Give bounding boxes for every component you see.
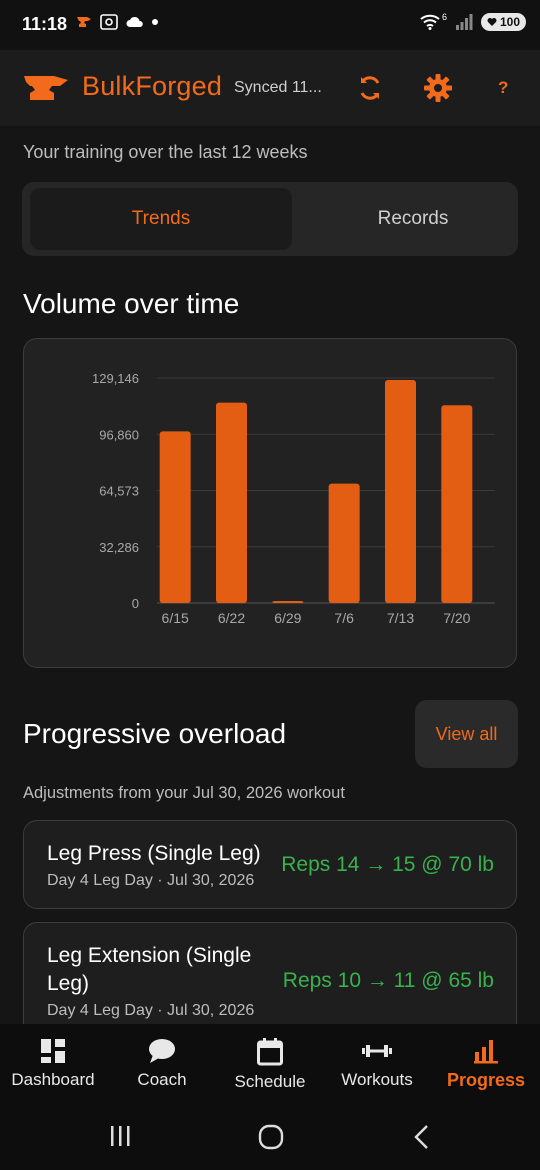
home-icon[interactable] (258, 1124, 284, 1150)
chart-bar[interactable] (216, 402, 247, 603)
page-subtitle: Your training over the last 12 weeks (23, 142, 308, 162)
tab-records[interactable]: Records (292, 188, 534, 250)
y-tick-label: 32,286 (99, 540, 139, 555)
nav-coach[interactable]: Coach (116, 1024, 208, 1104)
settings-button[interactable] (422, 72, 454, 104)
x-tick-label: 6/29 (274, 610, 301, 626)
volume-section-title: Volume over time (23, 288, 240, 319)
dumbbell-icon (362, 1045, 392, 1057)
bottom-navigation: Dashboard Coach Schedule Workouts Progre… (0, 1024, 540, 1104)
battery-indicator: 100 (480, 13, 526, 31)
anvil-icon (24, 76, 68, 100)
y-tick-label: 64,573 (99, 484, 139, 499)
chart-bar[interactable] (328, 483, 360, 603)
status-time: 11:18 (22, 14, 68, 34)
anvil-notification-icon (77, 17, 91, 27)
heart-shield-icon (487, 18, 497, 26)
nav-label: Workouts (341, 1070, 413, 1089)
nav-label: Dashboard (11, 1070, 95, 1089)
sync-status: Synced 11... (234, 79, 322, 96)
nav-progress[interactable]: Progress (436, 1024, 536, 1104)
exercise-name: Leg Extension (Single Leg) (47, 944, 252, 995)
nav-schedule[interactable]: Schedule (224, 1024, 316, 1104)
view-all-button[interactable]: View all (415, 700, 518, 768)
exercise-meta: Day 4 Leg Day · Jul 30, 2026 (47, 1002, 255, 1019)
dot-icon (152, 19, 158, 25)
overload-item-leg-press[interactable]: Leg Press (Single Leg) Day 4 Leg Day · J… (23, 820, 517, 909)
chart-bar[interactable] (441, 405, 473, 603)
status-bar: 11:18 6 100 (0, 0, 540, 50)
recent-apps-icon[interactable] (108, 1124, 132, 1148)
calendar-icon (257, 1038, 283, 1066)
exercise-name: Leg Press (Single Leg) (47, 842, 261, 865)
help-button[interactable]: ? (498, 78, 508, 98)
app-brand: BulkForged (82, 71, 223, 101)
nav-label: Progress (446, 1070, 526, 1090)
network-badge: 6 (441, 12, 447, 22)
sync-icon (360, 76, 380, 100)
volume-chart-card: 0 32,286 64,573 96,860 129,146 6/15 6/22 6/29 7/… (23, 338, 517, 668)
nav-label: Schedule (234, 1072, 306, 1091)
y-tick-label: 96,860 (99, 427, 139, 442)
status-notification-icons (76, 14, 158, 30)
x-tick-label: 7/20 (443, 610, 470, 626)
x-tick-label: 7/6 (334, 610, 354, 626)
sync-button[interactable] (354, 72, 386, 104)
status-system-icons: 6 100 (420, 12, 526, 31)
x-tick-label: 7/13 (387, 610, 414, 626)
exercise-adjustment: Reps 10 → 11 @ 65 lb (282, 969, 494, 992)
chart-bar[interactable] (385, 379, 416, 603)
exercise-meta: Day 4 Leg Day · Jul 30, 2026 (47, 872, 255, 889)
back-icon[interactable] (412, 1124, 432, 1150)
dashboard-icon (41, 1039, 65, 1063)
cloud-icon (126, 16, 143, 27)
app-header: BulkForged Synced 11... ? (0, 50, 540, 126)
chat-bubble-icon (149, 1039, 175, 1063)
signal-icon (455, 14, 473, 30)
system-navigation-bar (0, 1104, 540, 1170)
overload-section-title: Progressive overload (23, 718, 287, 749)
y-tick-label: 129,146 (92, 371, 139, 386)
chart-bar[interactable] (272, 601, 304, 603)
x-tick-label: 6/15 (162, 610, 189, 626)
tab-trends[interactable]: Trends (30, 188, 292, 250)
nav-label: Coach (137, 1070, 187, 1089)
wifi-icon (420, 14, 440, 30)
x-tick-label: 6/22 (218, 610, 245, 626)
bar-chart-icon (474, 1040, 498, 1064)
nav-workouts[interactable]: Workouts (330, 1024, 424, 1104)
gear-icon (424, 74, 452, 102)
screenshot-icon (100, 14, 118, 30)
exercise-adjustment: Reps 14 → 15 @ 70 lb (281, 853, 494, 876)
battery-level: 100 (499, 15, 520, 29)
overload-caption: Adjustments from your Jul 30, 2026 worko… (23, 784, 345, 802)
chart-bar[interactable] (159, 431, 191, 603)
volume-chart: 0 32,286 64,573 96,860 129,146 6/15 6/22 6/29 7/… (92, 371, 495, 626)
y-tick-label: 0 (132, 596, 139, 611)
nav-dashboard[interactable]: Dashboard (4, 1024, 102, 1104)
view-tabs: Trends Records (22, 182, 518, 256)
